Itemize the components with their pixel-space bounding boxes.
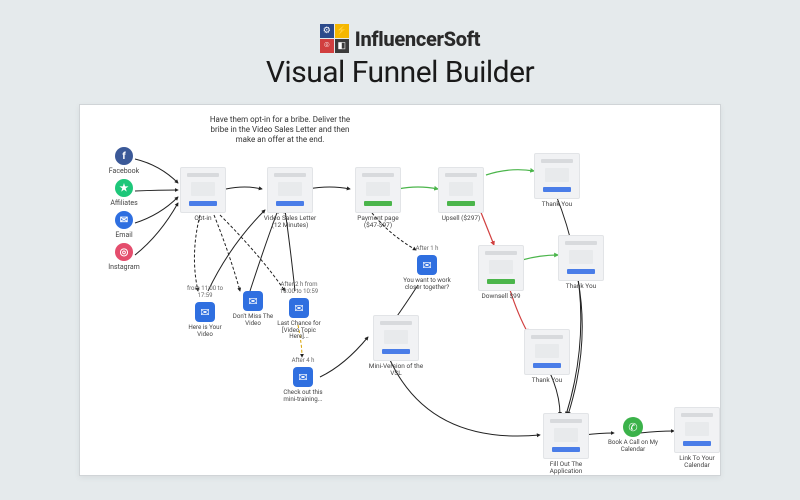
email-label: Check out this mini-training... xyxy=(278,389,328,402)
instagram-icon: ◎ xyxy=(115,243,133,261)
envelope-icon: ✉ xyxy=(195,302,215,322)
email-last-chance[interactable]: After 2 h from 18:00 to 10:59 ✉ Last Cha… xyxy=(274,281,324,340)
phone-icon: ✆ xyxy=(623,417,643,437)
email-checkout-mini[interactable]: After 4 h ✉ Check out this mini-training… xyxy=(278,357,328,402)
page-optin[interactable]: Opt-in xyxy=(180,167,226,222)
page-label: Thank You xyxy=(566,283,596,290)
page-thankyou-2[interactable]: Thank You xyxy=(558,235,604,290)
brand-icon: ⚙⚡ ⌾◧ xyxy=(320,24,349,53)
email-timing: After 1 h xyxy=(416,245,439,252)
call-book[interactable]: ✆ Book A Call on My Calendar xyxy=(608,417,658,452)
email-dont-miss[interactable]: ✉ Don't Miss The Video xyxy=(228,291,278,326)
page-label: Payment page ($47-$97) xyxy=(350,215,406,229)
brand-logo: ⚙⚡ ⌾◧ InfluencerSoft xyxy=(320,24,480,53)
page-label: Link To Your Calendar xyxy=(674,455,720,469)
email-label: You want to work closer together? xyxy=(402,277,452,290)
email-label: Don't Miss The Video xyxy=(228,313,278,326)
email-work-closer[interactable]: After 1 h ✉ You want to work closer toge… xyxy=(402,245,452,290)
source-label: Facebook xyxy=(109,167,139,175)
page-label: Mini-Version of the VSL xyxy=(368,363,424,377)
page-thankyou-3[interactable]: Thank You xyxy=(524,329,570,384)
envelope-icon: ✉ xyxy=(293,367,313,387)
page-label: Downsell $99 xyxy=(482,293,521,300)
page-thankyou-1[interactable]: Thank You xyxy=(534,153,580,208)
source-label: Affiliates xyxy=(110,199,137,207)
envelope-icon: ✉ xyxy=(243,291,263,311)
page-downsell[interactable]: Downsell $99 xyxy=(478,245,524,300)
page-fill-application[interactable]: Fill Out The Application xyxy=(538,413,594,475)
canvas-wrap: Have them opt-in for a bribe. Deliver th… xyxy=(0,104,800,476)
page-vsl[interactable]: Video Sales Letter (12 Minutes) xyxy=(262,167,318,229)
source-email[interactable]: ✉ Email xyxy=(102,211,146,239)
facebook-icon: f xyxy=(115,147,133,165)
funnel-canvas[interactable]: Have them opt-in for a bribe. Deliver th… xyxy=(79,104,721,476)
page-label: Thank You xyxy=(542,201,572,208)
page-label: Video Sales Letter (12 Minutes) xyxy=(262,215,318,229)
page-label: Fill Out The Application xyxy=(538,461,594,475)
source-facebook[interactable]: f Facebook xyxy=(102,147,146,175)
email-timing: After 2 h from 18:00 to 10:59 xyxy=(274,281,324,295)
source-label: Instagram xyxy=(108,263,140,271)
affiliates-icon: ★ xyxy=(115,179,133,197)
page-upsell[interactable]: Upsell ($297) xyxy=(438,167,484,222)
page-label: Thank You xyxy=(532,377,562,384)
page-payment[interactable]: Payment page ($47-$97) xyxy=(350,167,406,229)
email-timing: from 11:00 to 17:59 xyxy=(180,285,230,299)
email-here-is-video[interactable]: from 11:00 to 17:59 ✉ Here is Your Video xyxy=(180,285,230,337)
header: ⚙⚡ ⌾◧ InfluencerSoft Visual Funnel Build… xyxy=(0,0,800,90)
source-affiliates[interactable]: ★ Affiliates xyxy=(102,179,146,207)
page-label: Upsell ($297) xyxy=(442,215,481,222)
page-link-calendar[interactable]: Link To Your Calendar xyxy=(674,407,720,469)
page-minivsl[interactable]: Mini-Version of the VSL xyxy=(368,315,424,377)
source-label: Email xyxy=(115,231,132,239)
email-icon: ✉ xyxy=(115,211,133,229)
envelope-icon: ✉ xyxy=(289,298,309,318)
envelope-icon: ✉ xyxy=(417,255,437,275)
page-title: Visual Funnel Builder xyxy=(0,55,800,90)
canvas-description: Have them opt-in for a bribe. Deliver th… xyxy=(200,115,360,145)
email-label: Last Chance for [Video Topic Here]... xyxy=(274,320,324,340)
page-label: Opt-in xyxy=(194,215,211,222)
brand-name: InfluencerSoft xyxy=(355,27,480,51)
email-timing: After 4 h xyxy=(292,357,315,364)
email-label: Here is Your Video xyxy=(180,324,230,337)
source-instagram[interactable]: ◎ Instagram xyxy=(102,243,146,271)
call-label: Book A Call on My Calendar xyxy=(608,439,658,452)
